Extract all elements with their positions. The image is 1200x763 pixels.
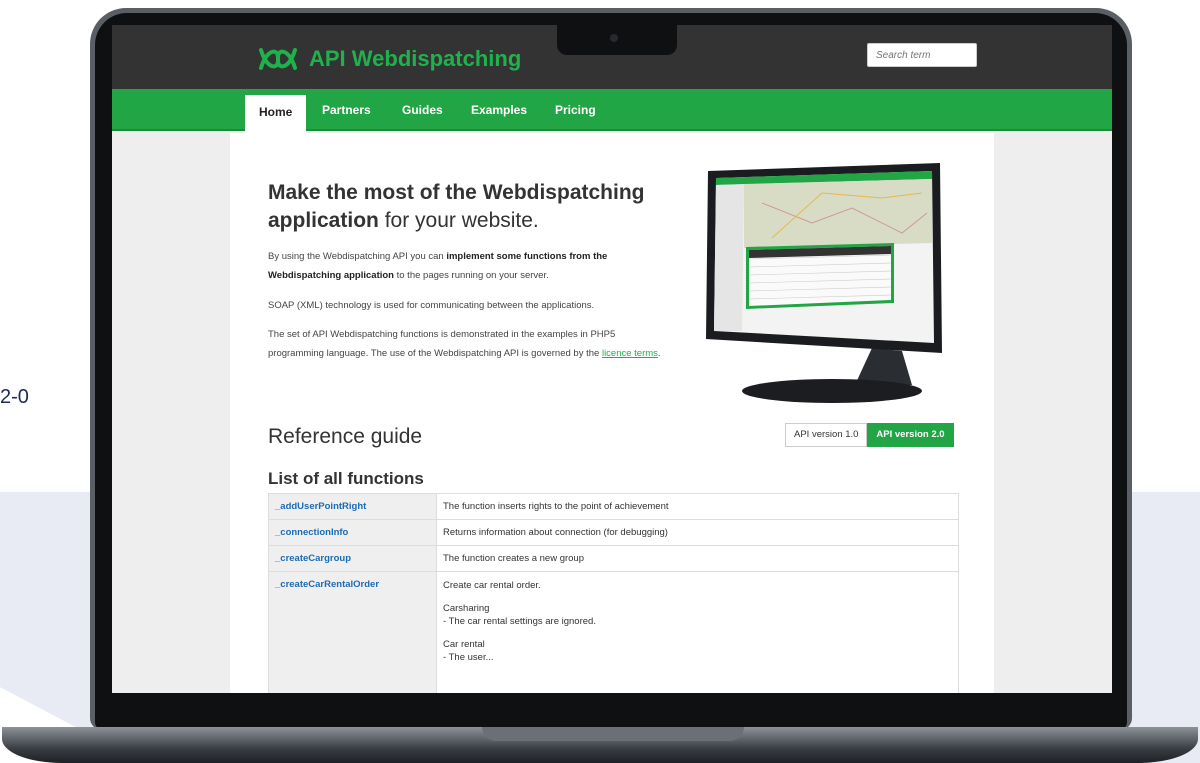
desc-line: Carsharing — [443, 603, 490, 614]
desc-line: Car rental — [443, 639, 485, 650]
intro-paragraph-1: By using the Webdispatching API you can … — [268, 247, 668, 285]
nav-guides[interactable]: Guides — [402, 89, 443, 131]
reference-guide-title: Reference guide — [268, 425, 423, 448]
licence-terms-link[interactable]: licence terms — [602, 348, 658, 359]
table-row: _createCarRentalOrder Create car rental … — [268, 571, 959, 693]
api-version-toggle: API version 1.0 API version 2.0 — [785, 423, 954, 447]
monitor-illustration — [706, 163, 942, 403]
camera-icon — [610, 34, 618, 42]
function-description: Create car rental order. Carsharing - Th… — [436, 571, 959, 693]
camera-notch — [557, 25, 677, 55]
intro-p1-end: to the pages running on your server. — [393, 270, 549, 281]
api-version-2-button[interactable]: API version 2.0 — [867, 423, 954, 447]
api-version-1-button[interactable]: API version 1.0 — [785, 423, 868, 447]
table-row: _addUserPointRight The function inserts … — [268, 493, 959, 520]
intro-p1-text: By using the Webdispatching API you can — [268, 251, 447, 262]
function-description: Returns information about connection (fo… — [436, 519, 959, 546]
hero-title: Make the most of the Webdispatching appl… — [268, 179, 688, 235]
functions-list-title: List of all functions — [268, 469, 424, 488]
intro-p3-text: The set of API Webdispatching functions … — [268, 329, 616, 359]
table-row: _connectionInfo Returns information abou… — [268, 519, 959, 546]
desc-line: - The car rental settings are ignored. — [443, 616, 596, 627]
site-logo[interactable]: API Webdispatching — [255, 41, 521, 77]
nav-home[interactable]: Home — [245, 95, 307, 133]
search-input[interactable] — [867, 43, 977, 67]
nav-partners[interactable]: Partners — [322, 89, 371, 131]
laptop-base-groove — [482, 727, 744, 741]
functions-table: _addUserPointRight The function inserts … — [268, 493, 959, 693]
desc-line: - The user... — [443, 652, 494, 663]
function-name-link[interactable]: _createCargroup — [268, 545, 437, 572]
intro-paragraph-2: SOAP (XML) technology is used for commun… — [268, 300, 595, 311]
function-name-link[interactable]: _connectionInfo — [268, 519, 437, 546]
desc-line: Create car rental order. — [443, 580, 541, 591]
screen: API Webdispatching Home Partners Guides … — [112, 25, 1112, 693]
table-row: _createCargroup The function creates a n… — [268, 545, 959, 572]
intro-paragraph-3: The set of API Webdispatching functions … — [268, 325, 668, 363]
nav-pricing[interactable]: Pricing — [555, 89, 596, 131]
logo-text: API Webdispatching — [309, 46, 522, 71]
logo-icon — [259, 48, 297, 70]
intro-p3-end: . — [657, 348, 661, 359]
function-description: The function creates a new group — [436, 545, 959, 572]
hero-title-rest: for your website. — [378, 209, 539, 232]
function-name-link[interactable]: _addUserPointRight — [268, 493, 437, 520]
nav-examples[interactable]: Examples — [471, 89, 527, 131]
function-name-link[interactable]: _createCarRentalOrder — [268, 571, 437, 693]
main-nav: Home Partners Guides Examples Pricing — [112, 89, 1112, 133]
side-text: 2-0 — [0, 386, 29, 408]
main-content: Make the most of the Webdispatching appl… — [230, 133, 994, 693]
function-description: The function inserts rights to the point… — [436, 493, 959, 520]
